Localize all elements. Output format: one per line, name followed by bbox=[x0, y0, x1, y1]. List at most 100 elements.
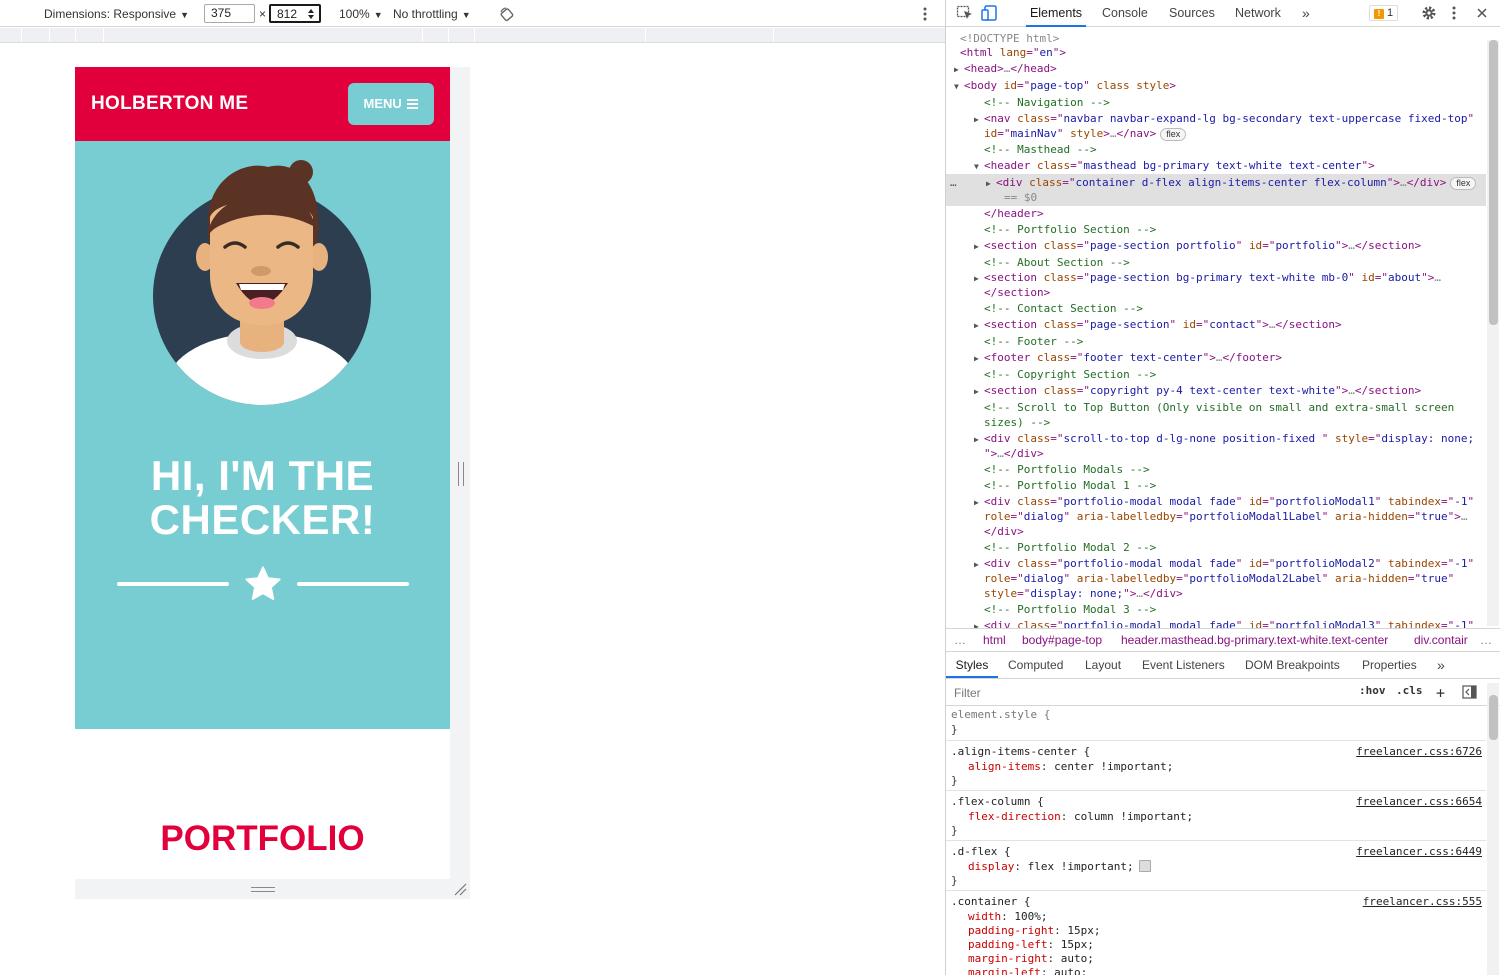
css-declaration[interactable]: width: 100%; bbox=[968, 909, 1048, 924]
media-query-ruler[interactable] bbox=[0, 28, 945, 43]
css-rule-block[interactable]: .d-flex {freelancer.css:6449 display: fle… bbox=[946, 843, 1486, 891]
dom-node-line[interactable]: ▼ <body id="page-top" class style> bbox=[954, 78, 1176, 93]
dom-node-line[interactable]: <html lang="en"> bbox=[960, 45, 1066, 60]
dom-node-line[interactable]: ▶ <nav class="navbar navbar-expand-lg bg-… bbox=[974, 111, 1474, 126]
more-vertical-icon[interactable] bbox=[922, 6, 928, 22]
dom-node-line[interactable]: <!-- Portfolio Section --> bbox=[984, 222, 1156, 237]
dom-node-line[interactable]: ▶ <section class="page-section bg-primary… bbox=[974, 270, 1441, 285]
breadcrumb-overflow[interactable]: … bbox=[954, 629, 966, 651]
ruler-segment[interactable] bbox=[103, 28, 104, 42]
expand-triangle-open-icon[interactable]: ▼ bbox=[954, 79, 964, 94]
dom-node-line[interactable]: role="dialog" aria-labelledby="portfolio… bbox=[984, 509, 1468, 524]
dom-node-line[interactable]: </header> bbox=[984, 206, 1044, 221]
device-toggle-icon[interactable] bbox=[981, 5, 999, 21]
add-rule-button[interactable]: + bbox=[1436, 684, 1445, 702]
expand-triangle-closed-icon[interactable]: ▶ bbox=[974, 619, 984, 628]
expand-triangle-closed-icon[interactable]: ▶ bbox=[954, 62, 964, 77]
dom-node-line[interactable]: </div> bbox=[984, 524, 1024, 539]
ruler-segment[interactable] bbox=[474, 28, 475, 42]
css-declaration[interactable]: flex-direction: column !important; bbox=[968, 809, 1193, 824]
expand-triangle-open-icon[interactable]: ▼ bbox=[974, 159, 984, 174]
flexbox-editor-icon[interactable] bbox=[1138, 860, 1151, 872]
throttling-dropdown[interactable]: No throttling ▼ bbox=[393, 5, 471, 23]
dom-node-line[interactable]: <!-- Copyright Section --> bbox=[984, 367, 1156, 382]
ruler-segment[interactable] bbox=[75, 28, 76, 42]
dom-node-line[interactable]: style="display: none;">…</div> bbox=[984, 586, 1183, 601]
css-declaration[interactable]: padding-left: 15px; bbox=[968, 937, 1094, 952]
node-actions-ellipsis-icon[interactable]: … bbox=[950, 175, 957, 190]
close-icon[interactable] bbox=[1476, 5, 1488, 21]
css-selector[interactable]: .align-items-center { bbox=[951, 744, 1090, 759]
rotate-icon[interactable] bbox=[499, 6, 515, 22]
dom-node-line[interactable]: ▶ <div class="container d-flex align-item… bbox=[986, 175, 1477, 191]
toggle-sidebar-icon[interactable] bbox=[1462, 685, 1477, 699]
css-selector[interactable]: element.style { bbox=[951, 707, 1050, 722]
more-subtabs-chevron-icon[interactable]: » bbox=[1437, 652, 1445, 678]
dom-node-line[interactable]: == $0 bbox=[1004, 190, 1037, 205]
issues-badge[interactable]: ! 1 bbox=[1369, 5, 1399, 21]
expand-triangle-closed-icon[interactable]: ▶ bbox=[974, 239, 984, 254]
dom-node-line[interactable]: <!-- Portfolio Modal 3 --> bbox=[984, 602, 1156, 617]
expand-triangle-closed-icon[interactable]: ▶ bbox=[974, 351, 984, 366]
resize-handle-bottom[interactable] bbox=[251, 887, 275, 892]
dom-node-line[interactable]: <!-- Portfolio Modal 2 --> bbox=[984, 540, 1156, 555]
expand-triangle-closed-icon[interactable]: ▶ bbox=[974, 271, 984, 286]
breadcrumb-html[interactable]: html bbox=[983, 629, 1006, 651]
dom-node-line[interactable]: sizes) --> bbox=[984, 415, 1050, 430]
css-selector[interactable]: .container { bbox=[951, 894, 1030, 909]
css-declaration[interactable]: padding-right: 15px; bbox=[968, 923, 1100, 938]
resize-handle-right[interactable] bbox=[458, 462, 464, 486]
css-declaration[interactable]: margin-left: auto; bbox=[968, 965, 1087, 975]
breadcrumb-overflow-end[interactable]: … bbox=[1480, 629, 1492, 651]
css-declaration[interactable]: margin-right: auto; bbox=[968, 951, 1094, 966]
expand-triangle-closed-icon[interactable]: ▶ bbox=[974, 318, 984, 333]
css-source-link[interactable]: freelancer.css:555 bbox=[1363, 894, 1482, 909]
dom-node-line[interactable]: <!-- Contact Section --> bbox=[984, 301, 1143, 316]
dom-scrollbar-thumb[interactable] bbox=[1489, 40, 1498, 325]
styles-scrollbar-thumb[interactable] bbox=[1489, 695, 1498, 740]
ruler-segment[interactable] bbox=[448, 28, 449, 42]
inspect-element-icon[interactable] bbox=[956, 5, 974, 21]
dom-node-line[interactable]: role="dialog" aria-labelledby="portfolio… bbox=[984, 571, 1454, 586]
tab-sources[interactable]: Sources bbox=[1169, 0, 1215, 27]
dom-node-line[interactable]: ▶ <section class="page-section" id="conta… bbox=[974, 317, 1342, 332]
dimensions-dropdown[interactable]: Dimensions: Responsive ▼ bbox=[44, 5, 189, 23]
dom-node-line[interactable]: </section> bbox=[984, 285, 1050, 300]
width-input[interactable]: 375 bbox=[204, 4, 255, 23]
dom-node-line[interactable]: ▶ <section class="copyright py-4 text-cen… bbox=[974, 383, 1421, 398]
tab-console[interactable]: Console bbox=[1102, 0, 1148, 27]
dom-node-line[interactable]: <!-- Portfolio Modal 1 --> bbox=[984, 478, 1156, 493]
css-rule-block[interactable]: .container { freelancer.css:555 width: 100… bbox=[946, 893, 1486, 975]
css-declaration[interactable]: display: flex !important; bbox=[968, 859, 1151, 874]
subtab-computed[interactable]: Computed bbox=[1008, 652, 1063, 678]
site-brand[interactable]: HOLBERTON ME bbox=[91, 93, 248, 115]
more-vertical-icon[interactable] bbox=[1451, 5, 1457, 21]
css-source-link[interactable]: freelancer.css:6654 bbox=[1356, 794, 1482, 809]
dom-node-line[interactable]: <!-- Scroll to Top Button (Only visible … bbox=[984, 400, 1454, 415]
ruler-segment[interactable] bbox=[645, 28, 646, 42]
dom-node-line[interactable]: ▼ <header class="masthead bg-primary text… bbox=[974, 158, 1375, 173]
ruler-segment[interactable] bbox=[422, 28, 423, 42]
css-rule-block[interactable]: .flex-column {freelancer.css:6654 flex-di… bbox=[946, 793, 1486, 841]
dom-node-line[interactable]: ▶ <footer class="footer text-center">…</f… bbox=[974, 350, 1282, 365]
resize-corner-icon[interactable] bbox=[453, 882, 467, 896]
expand-triangle-closed-icon[interactable]: ▶ bbox=[974, 557, 984, 572]
styles-filter-input[interactable]: Filter bbox=[950, 683, 1350, 703]
zoom-dropdown[interactable]: 100% ▼ bbox=[339, 5, 383, 23]
dom-node-line[interactable]: <!-- Navigation --> bbox=[984, 95, 1110, 110]
menu-button[interactable]: MENU bbox=[348, 83, 434, 125]
expand-triangle-closed-icon[interactable]: ▶ bbox=[974, 495, 984, 510]
expand-triangle-closed-icon[interactable]: ▶ bbox=[986, 176, 996, 191]
css-rule-block[interactable]: .align-items-center {freelancer.css:6726… bbox=[946, 743, 1486, 791]
css-declaration[interactable]: align-items: center !important; bbox=[968, 759, 1173, 774]
ruler-segment[interactable] bbox=[773, 28, 774, 42]
flex-badge[interactable]: flex bbox=[1160, 128, 1187, 141]
breadcrumb-body[interactable]: body#page-top bbox=[1022, 629, 1102, 651]
dom-node-line[interactable]: <!-- Portfolio Modals --> bbox=[984, 462, 1150, 477]
more-tabs-chevron-icon[interactable]: » bbox=[1302, 0, 1310, 27]
dom-node-line[interactable]: ▶ <div class="portfolio-modal modal fade"… bbox=[974, 494, 1474, 509]
stepper-icon[interactable] bbox=[307, 8, 315, 20]
flex-badge[interactable]: flex bbox=[1450, 177, 1477, 190]
dom-tree[interactable]: … <!DOCTYPE html> <html lang="en"> ▶ <head>…… bbox=[946, 28, 1486, 628]
dom-node-line[interactable]: ▶ <div class="portfolio-modal modal fade"… bbox=[974, 618, 1474, 628]
